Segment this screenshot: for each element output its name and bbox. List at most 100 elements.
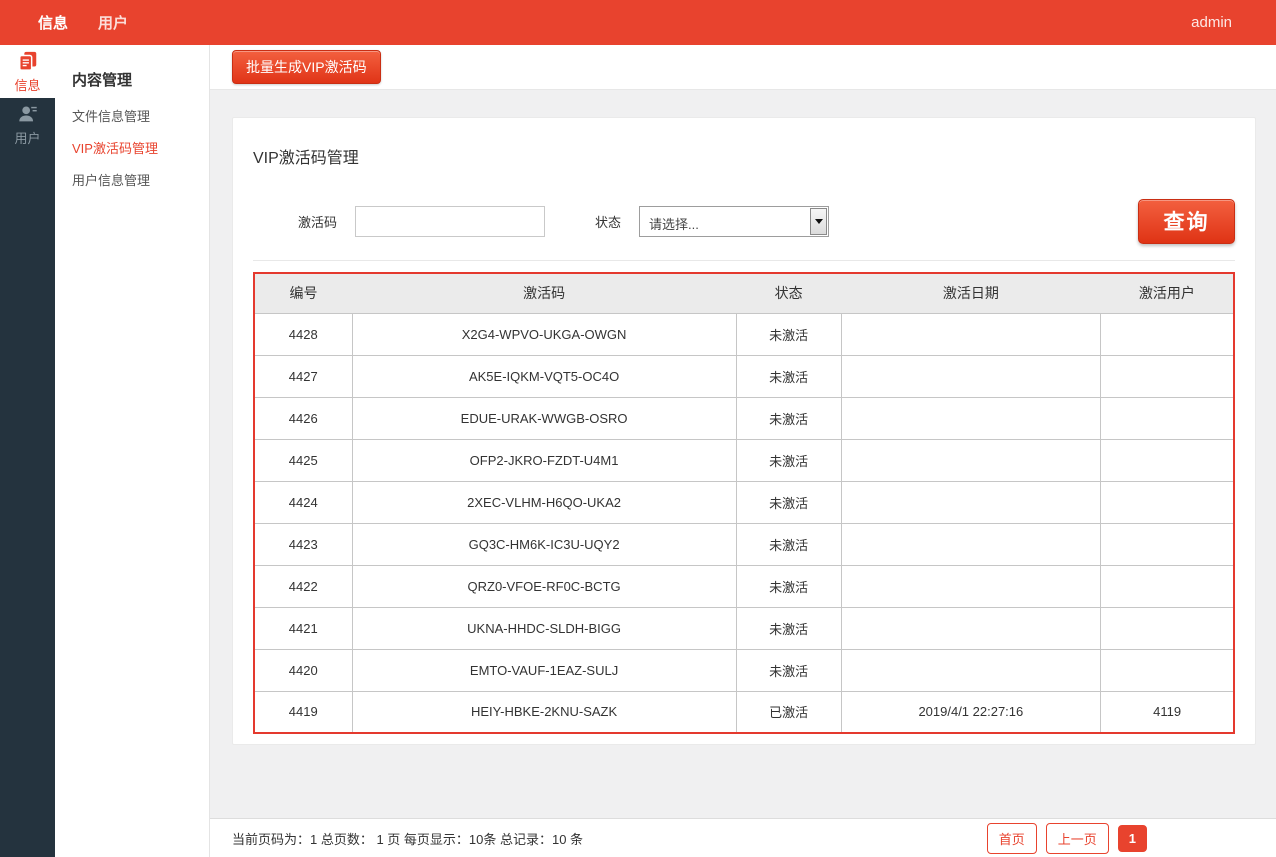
submenu-item-0[interactable]: 文件信息管理 [72,106,209,125]
code-label: 激活码 [298,212,337,231]
first-page-button[interactable]: 首页 [987,823,1037,854]
table-cell: 4425 [254,439,352,481]
activation-code-table: 编号激活码状态激活日期激活用户 4428X2G4-WPVO-UKGA-OWGN未… [253,272,1235,734]
topbar-item-info[interactable]: 信息 [38,12,68,33]
rail-item-info[interactable]: 信息 [0,45,55,98]
vip-code-panel: VIP激活码管理 激活码 状态 请选择... 查询 [232,117,1256,745]
table-cell: 4426 [254,397,352,439]
table-cell [1101,355,1234,397]
message-icon [17,50,39,72]
table-cell: HEIY-HBKE-2KNU-SAZK [352,691,736,733]
status-select-value: 请选择... [649,214,699,233]
table-cell: 未激活 [736,313,841,355]
chevron-down-icon [815,219,823,224]
table-cell: 未激活 [736,565,841,607]
table-row: 4419HEIY-HBKE-2KNU-SAZK已激活2019/4/1 22:27… [254,691,1234,733]
table-cell [841,523,1101,565]
table-cell [1101,397,1234,439]
table-cell [1101,607,1234,649]
rail-item-user[interactable]: 用户 [0,98,55,151]
rail-item-label: 信息 [14,75,40,94]
table-cell [841,607,1101,649]
batch-generate-button[interactable]: 批量生成VIP激活码 [232,50,381,84]
table-cell [1101,523,1234,565]
table-cell: 未激活 [736,649,841,691]
table-cell: X2G4-WPVO-UKGA-OWGN [352,313,736,355]
table-cell [841,439,1101,481]
submenu-item-2[interactable]: 用户信息管理 [72,170,209,189]
table-cell: 未激活 [736,523,841,565]
table-cell: 未激活 [736,397,841,439]
table-cell: 4421 [254,607,352,649]
pager: 首页 上一页 1 [987,823,1147,854]
table-cell: 4422 [254,565,352,607]
status-label: 状态 [595,212,621,231]
table-cell [1101,439,1234,481]
icon-rail: 信息 用户 [0,45,55,857]
select-dropdown-button[interactable] [810,208,827,235]
table-row: 4425OFP2-JKRO-FZDT-U4M1未激活 [254,439,1234,481]
app-window: 信息 用户 admin 信息 用户 内容 [0,0,1276,857]
table-cell: 未激活 [736,481,841,523]
table-cell: 4420 [254,649,352,691]
filter-row: 激活码 状态 请选择... 查询 [253,198,1235,244]
table-cell: GQ3C-HM6K-IC3U-UQY2 [352,523,736,565]
topbar-item-user[interactable]: 用户 [98,12,128,33]
pagination-footer: 当前页码为：1 总页数： 1 页 每页显示：10条 总记录：10 条 首页 上一… [210,818,1276,857]
prev-page-button[interactable]: 上一页 [1046,823,1109,854]
table-cell [1101,649,1234,691]
table-cell: 已激活 [736,691,841,733]
table-cell: 2019/4/1 22:27:16 [841,691,1101,733]
table-cell: EMTO-VAUF-1EAZ-SULJ [352,649,736,691]
table-cell: OFP2-JKRO-FZDT-U4M1 [352,439,736,481]
table-cell [841,649,1101,691]
page-1-button[interactable]: 1 [1118,825,1147,852]
table-cell: 4428 [254,313,352,355]
table-cell [841,355,1101,397]
submenu-title: 内容管理 [72,69,209,90]
pagination-summary: 当前页码为：1 总页数： 1 页 每页显示：10条 总记录：10 条 [232,829,583,848]
table-header-row: 编号激活码状态激活日期激活用户 [254,273,1234,313]
table-cell: AK5E-IQKM-VQT5-OC4O [352,355,736,397]
table-cell: EDUE-URAK-WWGB-OSRO [352,397,736,439]
submenu-item-1[interactable]: VIP激活码管理 [72,138,209,157]
logged-in-user[interactable]: admin [1191,14,1232,31]
table-row: 44242XEC-VLHM-H6QO-UKA2未激活 [254,481,1234,523]
table-row: 4427AK5E-IQKM-VQT5-OC4O未激活 [254,355,1234,397]
toolbar: 批量生成VIP激活码 [210,45,1276,90]
divider [253,260,1235,261]
table-row: 4422QRZ0-VFOE-RF0C-BCTG未激活 [254,565,1234,607]
table-cell: QRZ0-VFOE-RF0C-BCTG [352,565,736,607]
topbar-menu: 信息 用户 [0,12,128,33]
table-cell: 未激活 [736,607,841,649]
table-cell: UKNA-HHDC-SLDH-BIGG [352,607,736,649]
table-cell [841,313,1101,355]
column-header: 激活日期 [841,273,1101,313]
table-cell: 2XEC-VLHM-H6QO-UKA2 [352,481,736,523]
table-cell: 未激活 [736,439,841,481]
status-select[interactable]: 请选择... [639,206,829,237]
code-input[interactable] [355,206,545,237]
table-row: 4426EDUE-URAK-WWGB-OSRO未激活 [254,397,1234,439]
content-area: VIP激活码管理 激活码 状态 请选择... 查询 [210,90,1276,745]
table-cell: 4419 [254,691,352,733]
table-row: 4420EMTO-VAUF-1EAZ-SULJ未激活 [254,649,1234,691]
submenu-panel: 内容管理 文件信息管理 VIP激活码管理用户信息管理 [55,45,210,857]
table-cell: 4423 [254,523,352,565]
table-row: 4428X2G4-WPVO-UKGA-OWGN未激活 [254,313,1234,355]
table-cell: 4427 [254,355,352,397]
table-cell [841,481,1101,523]
search-button[interactable]: 查询 [1138,199,1235,244]
table-cell: 4119 [1101,691,1234,733]
table-cell: 4424 [254,481,352,523]
rail-item-label: 用户 [14,128,40,147]
table-row: 4421UKNA-HHDC-SLDH-BIGG未激活 [254,607,1234,649]
column-header: 状态 [736,273,841,313]
column-header: 激活码 [352,273,736,313]
table-cell [1101,565,1234,607]
user-icon [17,103,39,125]
main-area: 批量生成VIP激活码 VIP激活码管理 激活码 状态 请选择... 查询 [210,45,1276,857]
page-title: VIP激活码管理 [253,118,1235,168]
table-cell [1101,313,1234,355]
table-cell [841,397,1101,439]
